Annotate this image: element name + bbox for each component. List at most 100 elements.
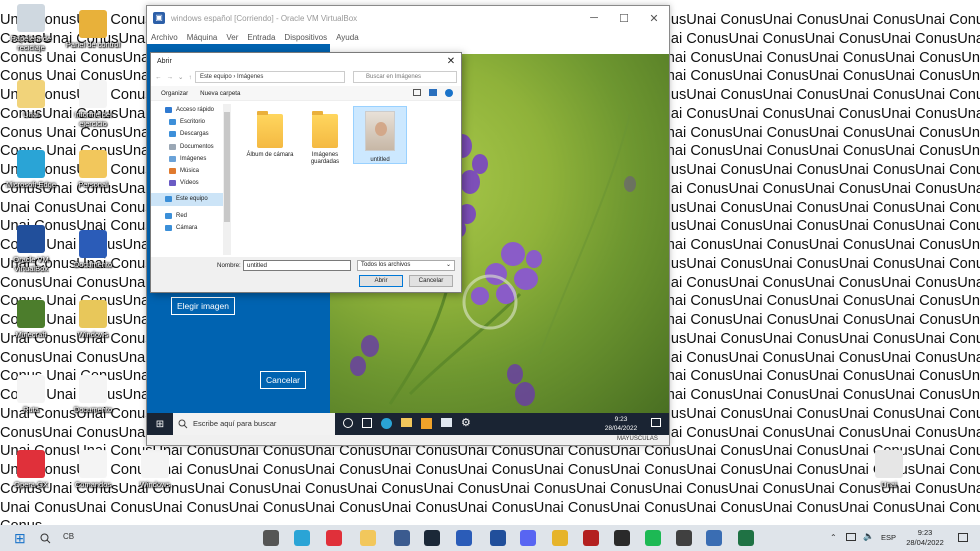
menu-dispositivos[interactable]: Dispositivos [284, 33, 327, 42]
opera-gx-icon[interactable] [326, 530, 342, 546]
address-segment-equipo[interactable]: Este equipo [200, 74, 232, 80]
nav-item[interactable]: Red [151, 210, 231, 222]
desktop-icon[interactable]: Personal [62, 150, 124, 189]
dialog-titlebar[interactable]: Abrir ✕ [151, 53, 461, 69]
back-arrow-icon[interactable]: ← [155, 74, 162, 81]
notifications-icon[interactable] [958, 533, 968, 542]
edge-icon[interactable] [294, 530, 310, 546]
discord-icon[interactable] [520, 530, 536, 546]
taskbar-clock[interactable]: 9:23 28/04/2022 [900, 528, 950, 548]
desktop-icon[interactable]: Comandos [62, 450, 124, 489]
steam-icon[interactable] [424, 530, 440, 546]
up-arrow-icon[interactable]: ↑ [188, 74, 191, 81]
desktop-icon[interactable]: Windows [62, 300, 124, 339]
dialog-search-input[interactable]: Buscar en Imágenes [353, 71, 457, 83]
guest-clock[interactable]: 9:23 28/04/2022 [601, 413, 641, 433]
file-label: Álbum de cámara [246, 152, 294, 158]
guest-search-box[interactable]: Escribe aquí para buscar [173, 413, 335, 435]
nav-item[interactable]: Cámara [151, 222, 231, 234]
desktop-icon[interactable]: Minecraft [0, 300, 62, 339]
dialog-close-icon[interactable]: ✕ [441, 56, 461, 67]
excel-icon[interactable] [738, 530, 754, 546]
racing-app-icon[interactable] [583, 530, 599, 546]
history-chevron-icon[interactable]: ⌄ [178, 73, 183, 81]
virtualbox-icon[interactable] [490, 530, 506, 546]
desktop-icon[interactable]: Microsoft Edge [0, 150, 62, 189]
address-bar[interactable]: Este equipo › Imágenes [195, 71, 345, 83]
nav-item[interactable]: Vídeos [151, 177, 231, 189]
forward-arrow-icon[interactable]: → [167, 74, 174, 81]
search-icon[interactable] [40, 533, 51, 544]
cancel-picture-button[interactable]: Cancelar [260, 371, 307, 389]
desktop-icon[interactable]: Windows [124, 450, 186, 489]
chrome-icon[interactable] [552, 530, 568, 546]
help-icon[interactable] [445, 89, 453, 97]
file-item-untitled[interactable]: untitled [353, 106, 407, 164]
mail-icon[interactable] [441, 418, 452, 427]
calculator-icon[interactable] [676, 530, 692, 546]
desktop-icon[interactable]: Unai [858, 450, 920, 489]
menu-archivo[interactable]: Archivo [151, 33, 178, 42]
nav-item[interactable]: Imágenes [151, 153, 231, 165]
view-options-icon[interactable] [413, 89, 421, 96]
volume-icon[interactable]: 🔈 [863, 531, 874, 542]
desktop-icon[interactable]: Panel de control [62, 10, 124, 49]
desktop-icon[interactable]: Documento [62, 230, 124, 269]
settings-gear-icon[interactable]: ⚙ [461, 418, 474, 431]
guest-start-icon[interactable]: ⊞ [147, 419, 173, 430]
organize-button[interactable]: Organizar [161, 90, 188, 97]
desktop-icon[interactable]: Informe del ejercicio [62, 80, 124, 128]
dialog-title: Abrir [157, 57, 172, 65]
network-icon[interactable] [846, 533, 856, 541]
nav-item[interactable]: Este equipo [151, 193, 231, 206]
desktop-icon[interactable]: Oracle VM VirtualBox [0, 225, 62, 273]
new-folder-button[interactable]: Nueva carpeta [200, 90, 240, 97]
word-icon[interactable] [456, 530, 472, 546]
desktop-icon[interactable]: Unai [0, 80, 62, 119]
notification-icon[interactable] [651, 418, 661, 427]
dialog-cancel-button[interactable]: Cancelar [409, 275, 453, 287]
nav-item[interactable]: Música [151, 165, 231, 177]
address-segment-imagenes[interactable]: Imágenes [237, 74, 263, 80]
nav-scrollbar[interactable] [223, 104, 231, 255]
desktop-icon[interactable]: Opera GX [0, 450, 62, 489]
file-explorer-icon[interactable] [360, 530, 376, 546]
nav-scrollbar-thumb[interactable] [224, 112, 230, 222]
app-icon-blue[interactable] [394, 530, 410, 546]
maximize-button[interactable]: ☐ [609, 12, 639, 25]
file-explorer-icon[interactable] [401, 418, 412, 427]
choose-image-button[interactable]: Elegir imagen [171, 297, 235, 315]
file-type-select[interactable]: Todos los archivos ⌄ [357, 260, 455, 271]
desktop-icon[interactable]: Documento [62, 375, 124, 414]
task-view-icon[interactable] [362, 418, 372, 428]
cortana-icon[interactable] [343, 418, 353, 428]
vbox-titlebar[interactable]: ▣ windows español [Corriendo] - Oracle V… [147, 6, 669, 30]
task-view-icon[interactable] [263, 530, 279, 546]
desktop-icon[interactable]: Ruta [0, 375, 62, 414]
nav-item[interactable]: Descargas [151, 128, 231, 140]
epic-games-icon[interactable] [614, 530, 630, 546]
menu-maquina[interactable]: Máquina [187, 33, 218, 42]
nav-item[interactable]: Documentos [151, 141, 231, 153]
menu-ayuda[interactable]: Ayuda [336, 33, 359, 42]
nav-item[interactable]: Acceso rápido [151, 104, 231, 116]
tray-chevron-icon[interactable]: ⌃ [830, 533, 837, 542]
store-icon[interactable] [421, 418, 432, 429]
file-item-guardadas[interactable]: Imágenes guardadas [298, 108, 352, 166]
desktop-icon[interactable]: Papelera de reciclaje [0, 4, 62, 52]
start-icon[interactable]: ⊞ [14, 530, 30, 546]
preview-pane-icon[interactable] [429, 89, 437, 96]
filename-input[interactable]: untitled [243, 260, 351, 271]
edge-icon[interactable] [381, 418, 392, 429]
open-button[interactable]: Abrir [359, 275, 403, 287]
close-button[interactable]: ✕ [639, 12, 669, 25]
vbox-app-icon[interactable] [706, 530, 722, 546]
nav-item[interactable]: Escritorio [151, 116, 231, 128]
language-indicator[interactable]: ESP [881, 533, 896, 542]
menu-ver[interactable]: Ver [226, 33, 238, 42]
spotify-icon[interactable] [645, 530, 661, 546]
taskbar-search-label[interactable]: CB [63, 532, 74, 541]
menu-entrada[interactable]: Entrada [247, 33, 275, 42]
file-item-album[interactable]: Álbum de cámara [243, 108, 297, 159]
minimize-button[interactable]: ─ [579, 12, 609, 24]
